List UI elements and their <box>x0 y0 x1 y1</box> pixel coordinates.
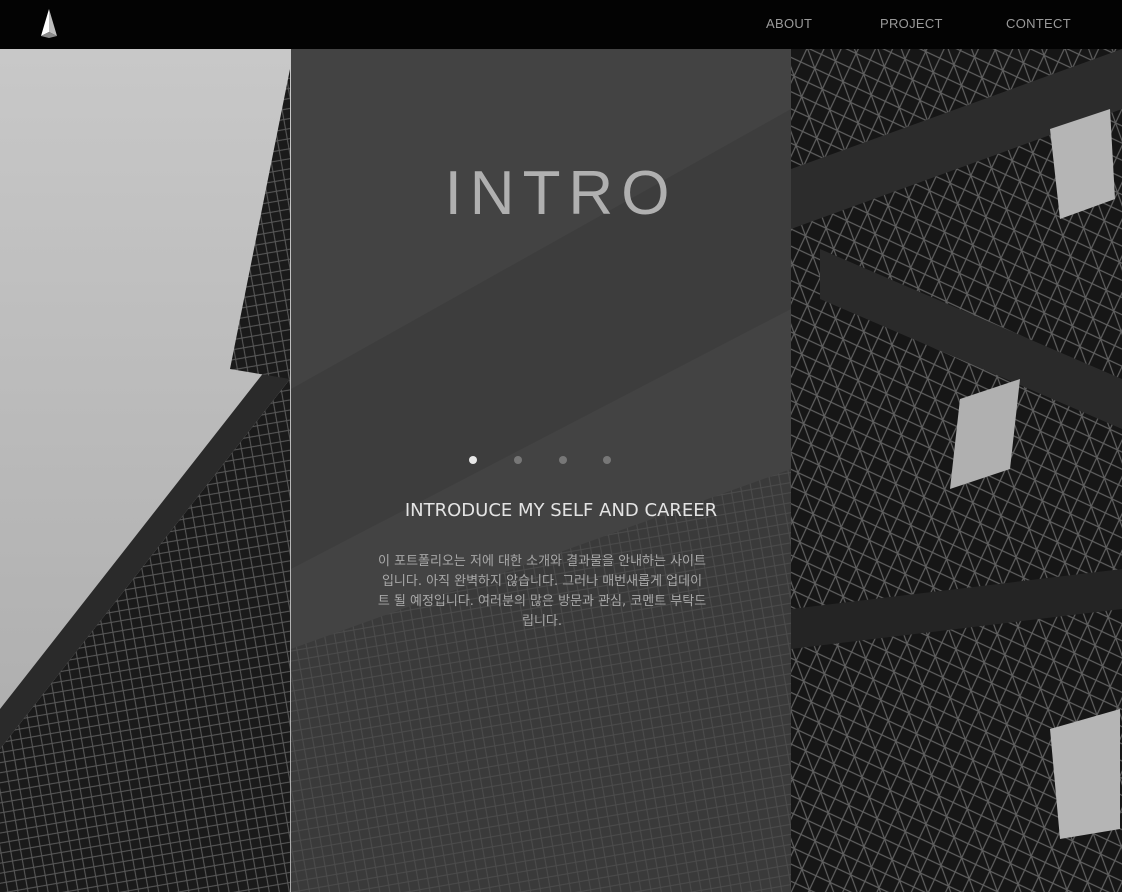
slider-dot-3[interactable] <box>559 456 567 464</box>
slider-dots <box>0 456 1122 466</box>
intro-subtitle: INTRODUCE MY SELF AND CAREER <box>404 500 718 521</box>
nav-contect-link[interactable]: CONTECT <box>1006 16 1071 31</box>
slider-dot-4[interactable] <box>603 456 611 464</box>
intro-content: INTRO INTRODUCE MY SELF AND CAREER 이 포트폴… <box>0 0 1122 892</box>
slider-dot-2[interactable] <box>514 456 522 464</box>
intro-description: 이 포트폴리오는 저에 대한 소개와 결과물을 안내하는 사이트입니다. 아직 … <box>377 554 707 629</box>
slider-dot-1[interactable] <box>469 456 477 464</box>
nav-project-link[interactable]: PROJECT <box>880 16 943 31</box>
nav-about-link[interactable]: ABOUT <box>766 16 812 31</box>
page: ABOUT PROJECT CONTECT INTRO INTRODUCE MY… <box>0 0 1122 892</box>
main-nav: ABOUT PROJECT CONTECT <box>0 0 1122 49</box>
top-navbar: ABOUT PROJECT CONTECT <box>0 0 1122 49</box>
intro-title: INTRO <box>444 159 678 228</box>
